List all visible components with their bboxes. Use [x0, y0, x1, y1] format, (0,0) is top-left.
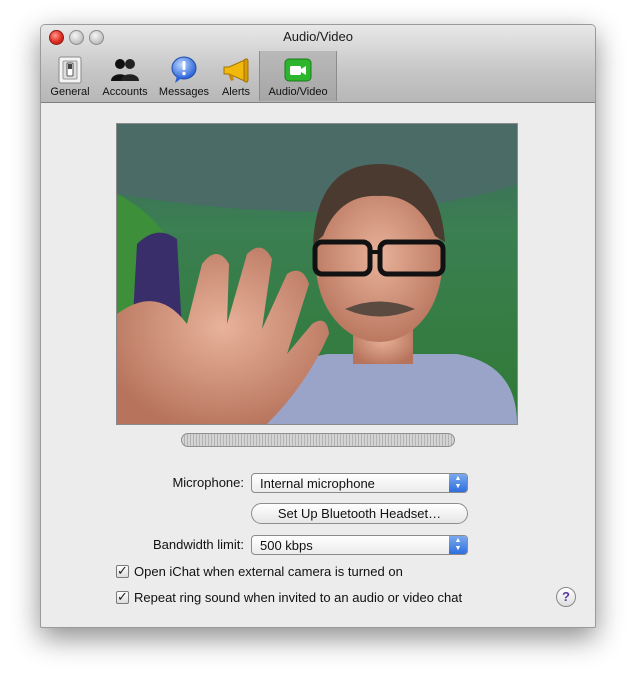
microphone-label: Microphone:	[172, 475, 244, 490]
preferences-window: Audio/Video General Accounts Messages Al…	[40, 24, 596, 628]
bluetooth-headset-button[interactable]: Set Up Bluetooth Headset…	[251, 503, 468, 524]
popup-arrows-icon: ▲ ▼	[449, 536, 467, 554]
window-title: Audio/Video	[283, 29, 353, 44]
video-preview	[116, 123, 518, 425]
checkmark-icon: ✓	[117, 563, 128, 578]
bandwidth-popup[interactable]: 500 kbps ▲ ▼	[251, 535, 468, 555]
toolbar-item-general[interactable]: General	[44, 51, 96, 101]
bandwidth-label: Bandwidth limit:	[152, 537, 244, 552]
toolbar-item-label: Audio/Video	[268, 86, 328, 98]
alerts-megaphone-icon	[221, 55, 251, 85]
repeat-ring-label: Repeat ring sound when invited to an aud…	[134, 590, 463, 605]
open-ichat-checkbox[interactable]: ✓	[116, 563, 129, 578]
toolbar-item-label: Alerts	[221, 86, 251, 98]
toolbar-item-messages[interactable]: Messages	[156, 51, 212, 101]
repeat-ring-checkbox[interactable]: ✓	[116, 589, 129, 604]
microphone-popup[interactable]: Internal microphone ▲ ▼	[251, 473, 468, 493]
toolbar: Audio/Video General Accounts Messages Al…	[41, 25, 595, 103]
toolbar-item-alerts[interactable]: Alerts	[215, 51, 257, 101]
toolbar-item-accounts[interactable]: Accounts	[97, 51, 153, 101]
checkmark-icon: ✓	[117, 589, 128, 604]
messages-bubble-icon	[169, 55, 199, 85]
toolbar-item-label: Messages	[158, 86, 210, 98]
bandwidth-value: 500 kbps	[260, 538, 313, 553]
general-switch-icon	[55, 55, 85, 85]
microphone-value: Internal microphone	[260, 476, 375, 491]
audio-video-pane: Microphone: Internal microphone ▲ ▼ Set U…	[41, 103, 595, 627]
open-ichat-label: Open iChat when external camera is turne…	[134, 564, 403, 579]
toolbar-item-label: General	[50, 86, 90, 98]
audio-level-meter	[181, 433, 455, 447]
popup-arrows-icon: ▲ ▼	[449, 474, 467, 492]
toolbar-item-label: Accounts	[102, 86, 148, 98]
toolbar-item-audio-video[interactable]: Audio/Video	[259, 51, 337, 101]
video-camera-icon	[283, 55, 313, 85]
help-button[interactable]: ?	[556, 587, 576, 607]
accounts-people-icon	[110, 55, 140, 85]
